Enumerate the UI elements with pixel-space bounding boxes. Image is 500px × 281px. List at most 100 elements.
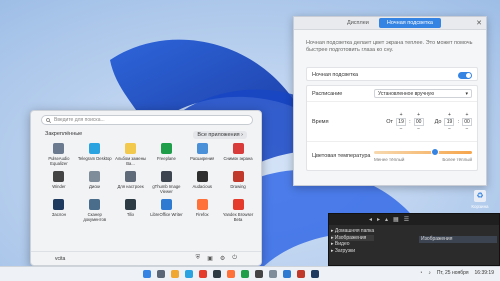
file-manager-toolbar: ◂ ▸ ▴ ▦ ☰ <box>329 214 499 225</box>
app-label: Для настроек <box>117 184 144 189</box>
app-launcher[interactable]: gThumb Image Viewer <box>148 171 184 194</box>
forward-icon[interactable]: ▸ <box>377 216 380 223</box>
volume-icon[interactable]: ♪ <box>428 270 431 276</box>
schedule-label: Расписание <box>312 90 343 97</box>
up-icon[interactable]: ▴ <box>385 216 388 223</box>
app-label: Расширения <box>190 156 215 161</box>
app-label: Telegram Desktop <box>77 156 112 161</box>
gthumb-icon <box>160 171 172 182</box>
temp-scale: Менее тёплый Более тёплый <box>374 157 472 162</box>
back-icon[interactable]: ◂ <box>369 216 372 223</box>
app-launcher[interactable]: Winder <box>41 171 77 194</box>
app-launcher[interactable]: Снимок экрана <box>220 143 256 166</box>
album-icon <box>125 143 137 154</box>
app-label: Снимок экрана <box>223 156 253 161</box>
power-buttons: ⛨ ▣ ⚙ ⏻ <box>196 255 237 262</box>
app-launcher[interactable]: Расширения <box>184 143 220 166</box>
night-light-description: Ночная подсветка делает цвет экрана тепл… <box>306 40 473 53</box>
freeplane-icon[interactable] <box>241 270 249 278</box>
app-label: Drawing <box>230 184 246 189</box>
schedule-dropdown[interactable]: Установленное вручную ▾ <box>374 89 472 98</box>
network-icon[interactable]: ◔ <box>419 270 422 276</box>
tab-displays[interactable]: Дисплеи <box>339 18 377 28</box>
colon: : <box>409 118 411 125</box>
schedule-value: Установленное вручную <box>378 90 435 97</box>
audio-icon[interactable] <box>255 270 263 278</box>
yandex-icon[interactable] <box>199 270 207 278</box>
settings-icon[interactable]: ⚙ <box>220 255 225 262</box>
slider-knob[interactable] <box>430 147 439 156</box>
schedule-card: Расписание Установленное вручную ▾ Время… <box>306 85 478 171</box>
app-launcher[interactable]: Альбом замены Ва... <box>113 143 149 166</box>
start-menu-footer: vcita ⛨ ▣ ⚙ ⏻ <box>31 251 261 265</box>
app-launcher[interactable]: Сканер документов <box>77 199 113 222</box>
audacious-icon <box>196 171 208 182</box>
to-hour-spinner[interactable]: +19− <box>444 112 455 132</box>
close-icon[interactable]: ✕ <box>476 19 482 27</box>
app-launcher[interactable]: Yandex Browser Beta <box>220 199 256 222</box>
app-label: Tilix <box>126 212 135 217</box>
app-launcher[interactable]: Tilix <box>113 199 149 222</box>
time-label[interactable]: 16:39:19 <box>475 270 494 276</box>
app-label: LibreOffice Writer <box>150 212 183 217</box>
app-launcher[interactable]: Drawing <box>220 171 256 194</box>
search-input[interactable]: Введите для поиска... <box>41 115 253 125</box>
from-minute-spinner[interactable]: +00− <box>413 112 424 132</box>
selected-folder[interactable]: Изображения <box>419 236 497 243</box>
app-launcher[interactable]: Диски <box>77 171 113 194</box>
yandex-icon <box>232 199 244 210</box>
drawing-icon[interactable] <box>297 270 305 278</box>
power-icon[interactable]: ⏻ <box>232 255 237 262</box>
shield-icon[interactable]: ⛨ <box>196 255 201 262</box>
temp-less-label: Менее тёплый <box>374 156 405 162</box>
writer-icon <box>160 199 172 210</box>
date-label[interactable]: Пт, 25 ноября <box>437 270 469 276</box>
minus-icon[interactable]: − <box>400 126 403 132</box>
night-light-label: Ночная подсветка <box>312 72 359 78</box>
app-launcher[interactable]: Freeplane <box>148 143 184 166</box>
app-launcher[interactable]: Для настроек <box>113 171 149 194</box>
start-icon[interactable] <box>143 270 151 278</box>
writer-icon[interactable] <box>283 270 291 278</box>
recycle-label: Корзина <box>471 204 489 209</box>
list-icon[interactable]: ☰ <box>404 216 409 223</box>
app-launcher[interactable]: Telegram Desktop <box>77 143 113 166</box>
freeplane-icon <box>160 143 172 154</box>
temp-control: Менее тёплый Более тёплый <box>374 147 472 162</box>
app-launcher[interactable]: Заслон <box>41 199 77 222</box>
app-launcher[interactable]: Firefox <box>184 199 220 222</box>
app-launcher[interactable]: Audacious <box>184 171 220 194</box>
app-label: Сканер документов <box>83 212 107 222</box>
minus-icon[interactable]: − <box>466 126 469 132</box>
temp-more-label: Более тёплый <box>442 156 472 162</box>
time-range: От +19− : +00− До +19− : +00− <box>386 112 472 132</box>
user-name[interactable]: vcita <box>55 256 65 262</box>
terminal-icon[interactable] <box>213 270 221 278</box>
minus-icon[interactable]: − <box>417 126 420 132</box>
app-launcher[interactable]: PulseAudio Equalizer <box>41 143 77 166</box>
tree-item[interactable]: ▸ Загрузки <box>331 248 374 255</box>
taskbar: ◔ ♪ Пт, 25 ноября 16:39:19 <box>0 266 500 281</box>
tab-night-light[interactable]: Ночная подсветка <box>378 18 441 28</box>
shield-icon[interactable] <box>311 270 319 278</box>
app-label: Диски <box>89 184 101 189</box>
night-light-toggle[interactable] <box>458 71 472 79</box>
temp-slider[interactable] <box>374 147 472 156</box>
to-minute-spinner[interactable]: +00− <box>462 112 472 132</box>
equalizer-icon <box>53 143 65 154</box>
from-label: От <box>386 118 394 125</box>
folder-icon[interactable]: ▣ <box>207 255 213 262</box>
app-label: gThumb Image Viewer <box>152 184 181 194</box>
folder-icon[interactable] <box>171 270 179 278</box>
grid-icon[interactable]: ▦ <box>393 216 399 223</box>
app-launcher[interactable]: LibreOffice Writer <box>148 199 184 222</box>
firefox-icon[interactable] <box>227 270 235 278</box>
minus-icon[interactable]: − <box>448 126 451 132</box>
recycle-bin[interactable]: ♻ Корзина <box>466 190 494 209</box>
all-apps-button[interactable]: Все приложения › <box>193 131 247 139</box>
telegram-icon[interactable] <box>185 270 193 278</box>
files-icon[interactable] <box>157 270 165 278</box>
system-tray: ◔ ♪ Пт, 25 ноября 16:39:19 <box>419 270 494 276</box>
from-hour-spinner[interactable]: +19− <box>396 112 407 132</box>
settings-icon[interactable] <box>269 270 277 278</box>
